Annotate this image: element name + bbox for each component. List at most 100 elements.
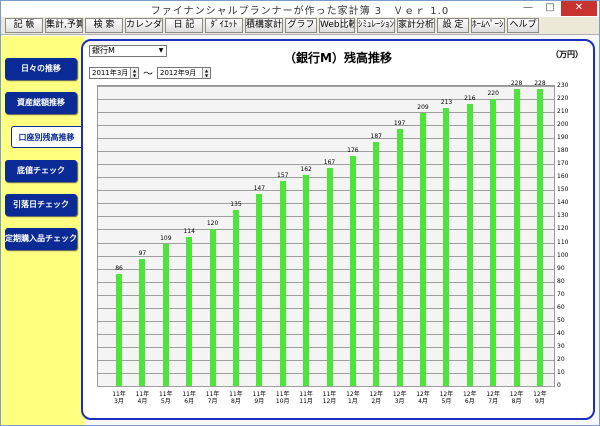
sidebar-item-1[interactable]: 資産総額推移 xyxy=(5,92,77,114)
y-tick-label: 20 xyxy=(557,355,565,363)
window-title: ファイナンシャルプランナーが作った家計簿 3 Ｖｅｒ 1.0 xyxy=(150,6,450,17)
menu-button-10[interactable]: 家計分析 xyxy=(397,18,435,33)
gridline xyxy=(98,125,554,127)
x-tick-label: 11年 8月 xyxy=(229,391,243,405)
bar-value-label: 120 xyxy=(206,220,219,228)
chart-title: （銀行M）残高推移 xyxy=(284,51,392,65)
bar-7 xyxy=(279,181,286,386)
x-tick-label: 11年 7月 xyxy=(205,391,220,405)
gridline xyxy=(98,386,554,387)
bar-value-label: 162 xyxy=(300,165,312,173)
x-tick-label: 12年 3月 xyxy=(392,391,407,405)
y-tick-label: 230 xyxy=(557,82,569,89)
y-tick-label: 130 xyxy=(557,212,569,220)
y-tick-label: 110 xyxy=(557,238,569,246)
menu-button-0[interactable]: 記 帳 xyxy=(5,18,43,33)
x-tick-label: 11年 9月 xyxy=(252,391,267,405)
y-tick-label: 60 xyxy=(557,303,565,311)
menu-button-5[interactable]: ﾀﾞｲｴｯﾄ xyxy=(205,18,243,33)
bar-9 xyxy=(326,168,333,386)
y-tick-label: 70 xyxy=(557,290,565,298)
bar-16 xyxy=(490,99,497,386)
chart-unit: （万円） xyxy=(551,50,583,59)
y-tick-label: 200 xyxy=(557,121,569,129)
y-tick-label: 30 xyxy=(557,342,565,350)
menu-button-2[interactable]: 検 索 xyxy=(85,18,123,33)
menu-button-12[interactable]: ﾎｰﾑﾍﾟｰｼﾞ xyxy=(471,18,505,33)
bar-value-label: 228 xyxy=(534,79,546,87)
bar-value-label: 167 xyxy=(323,159,336,167)
bar-13 xyxy=(420,113,427,386)
y-tick-label: 0 xyxy=(557,382,561,389)
y-tick-label: 160 xyxy=(557,173,569,181)
bar-4 xyxy=(209,229,216,386)
x-tick-label: 12年 4月 xyxy=(416,391,430,405)
account-select-value: 銀行M xyxy=(92,46,115,55)
date-from-spinner-icon[interactable]: ▲ ▼ xyxy=(130,68,138,78)
menu-button-3[interactable]: カレンダー xyxy=(125,18,163,33)
x-tick-label: 12年 9月 xyxy=(533,391,547,405)
gridline xyxy=(98,99,554,101)
bar-value-label: 147 xyxy=(253,185,266,193)
date-to-spinner-icon[interactable]: ▲ ▼ xyxy=(202,68,210,78)
plot-area: 86 97 109 114 120 135 147 157 162 167 176 187 197 209… xyxy=(97,80,555,387)
bar-value-label: 157 xyxy=(277,172,289,180)
close-button[interactable]: ✕ xyxy=(561,1,597,16)
sidebar: 日々の推移資産総額推移口座別残高推移底値チェック 引落日チェック 定期購入品チェック xyxy=(1,36,85,425)
bar-value-label: 187 xyxy=(370,133,382,141)
maximize-button[interactable]: □ xyxy=(539,1,561,16)
y-tick-label: 170 xyxy=(557,160,569,168)
sidebar-item-2[interactable]: 口座別残高推移 xyxy=(11,126,81,148)
bar-15 xyxy=(466,104,473,386)
menu-bar: 記 帳集計,予算検 索カレンダー日 記ﾀﾞｲｴｯﾄ積構家計簿グラフWeb比較ｼﾐ… xyxy=(1,17,599,35)
app-window: ファイナンシャルプランナーが作った家計簿 3 Ｖｅｒ 1.0 — □ ✕ 記 帳… xyxy=(0,0,600,426)
y-tick-label: 100 xyxy=(557,251,569,259)
chevron-down-icon: ▼ xyxy=(158,47,164,54)
menu-button-13[interactable]: ヘルプ xyxy=(507,18,539,33)
date-to-field[interactable]: 2012年9月 ▲ ▼ xyxy=(157,67,211,79)
sidebar-item-4[interactable]: 引落日チェック xyxy=(5,194,77,216)
bar-6 xyxy=(256,194,263,386)
bar-value-label: 220 xyxy=(487,90,499,98)
bar-5 xyxy=(232,209,239,386)
x-tick-label: 11年 10月 xyxy=(275,391,290,405)
minimize-button[interactable]: — xyxy=(517,1,539,16)
y-tick-label: 80 xyxy=(557,277,565,285)
bar-value-label: 135 xyxy=(230,200,242,208)
menu-button-4[interactable]: 日 記 xyxy=(165,18,203,33)
x-tick-label: 11年 4月 xyxy=(135,391,150,405)
gridline xyxy=(98,151,554,153)
menu-button-1[interactable]: 集計,予算 xyxy=(45,18,83,33)
x-tick-label: 12年 7月 xyxy=(486,391,500,405)
bar-value-label: 209 xyxy=(417,104,429,112)
bar-value-label: 197 xyxy=(393,120,406,128)
x-tick-label: 12年 8月 xyxy=(509,391,524,405)
menu-button-9[interactable]: ｼﾐｭﾚｰｼｮﾝ xyxy=(357,18,395,33)
x-tick-label: 11年 11月 xyxy=(299,391,313,405)
gridline xyxy=(98,86,554,87)
sidebar-item-3[interactable]: 底値チェック xyxy=(5,160,77,182)
menu-button-8[interactable]: Web比較 xyxy=(319,18,355,33)
x-tick-label: 12年 6月 xyxy=(462,391,477,405)
y-tick-label: 50 xyxy=(557,316,565,324)
date-from-field[interactable]: 2011年3月 ▲ ▼ xyxy=(89,67,139,79)
x-tick-label: 12年 2月 xyxy=(369,391,384,405)
y-tick-label: 210 xyxy=(557,108,569,116)
sidebar-item-5[interactable]: 定期購入品チェック xyxy=(5,228,77,250)
bar-10 xyxy=(349,156,356,386)
menu-button-7[interactable]: グラフ xyxy=(285,18,317,33)
menu-button-11[interactable]: 設 定 xyxy=(437,18,469,33)
menu-button-6[interactable]: 積構家計簿 xyxy=(245,18,283,33)
bar-value-label: 213 xyxy=(440,99,453,107)
x-tick-label: 12年 1月 xyxy=(346,391,360,405)
gridline xyxy=(98,138,554,140)
graph-panel: 銀行M ▼ 2011年3月 ▲ ▼ ～ 2012年9月 ▲ ▼ （銀行M）残高推移 … xyxy=(81,39,595,420)
y-tick-label: 180 xyxy=(557,147,569,155)
gridline xyxy=(98,112,554,114)
account-select[interactable]: 銀行M ▼ xyxy=(89,45,167,57)
bar-3 xyxy=(186,237,193,386)
bar-1 xyxy=(139,259,146,386)
sidebar-item-0[interactable]: 日々の推移 xyxy=(5,58,77,80)
y-tick-label: 120 xyxy=(557,225,569,233)
y-tick-label: 90 xyxy=(557,264,565,272)
